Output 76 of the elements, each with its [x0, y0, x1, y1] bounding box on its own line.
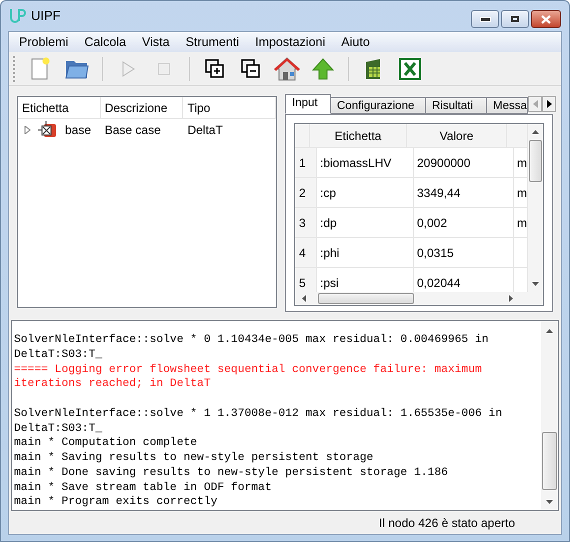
add-square-icon[interactable]	[205, 58, 225, 78]
down-arrow-icon[interactable]	[546, 500, 553, 504]
scroll-thumb[interactable]	[529, 140, 542, 182]
row-header[interactable]: 2	[295, 178, 317, 208]
log-scrollbar[interactable]	[541, 321, 558, 510]
up-arrow-icon[interactable]	[532, 130, 539, 134]
log-line: DeltaT:S03:T_	[14, 422, 104, 436]
expand-arrow-icon[interactable]	[24, 126, 31, 134]
left-arrow-icon[interactable]	[302, 295, 306, 302]
menu-item[interactable]: Impostazioni	[249, 32, 332, 52]
minimize-button[interactable]	[471, 10, 499, 28]
menu-item[interactable]: Strumenti	[180, 32, 246, 52]
tab[interactable]: Configurazione	[330, 97, 426, 114]
table-cell[interactable]: :cp	[317, 178, 414, 208]
column-header[interactable]: Descrizione	[100, 97, 184, 118]
table-cell[interactable]: :biomassLHV	[317, 148, 414, 178]
right-arrow-icon[interactable]	[509, 295, 513, 302]
status-text: Il nodo 426 è stato aperto	[378, 514, 515, 532]
table-cell-text: Base case	[104, 122, 162, 139]
row-header[interactable]: 3	[295, 208, 317, 238]
corner-header	[295, 124, 310, 148]
log-line: SolverNleInterface::solve * 0 1.10434e-005 max residual: 0.00469965 in	[14, 333, 490, 348]
new-document-icon[interactable]	[30, 56, 52, 80]
close-button[interactable]	[531, 10, 561, 28]
table-cell[interactable]: :dp	[317, 208, 414, 238]
table-cell-text: DeltaT	[186, 122, 224, 139]
menu-item[interactable]: Problemi	[13, 32, 74, 52]
right-arrow-icon	[546, 100, 552, 108]
up-arrow-icon[interactable]	[546, 329, 553, 333]
tab[interactable]: Risultati	[425, 97, 487, 114]
log-line: main * Save stream table in ODF format	[14, 480, 273, 496]
log-line: main * Done saving results to new-style persistent storage 1.186	[14, 466, 449, 480]
unit-block-icon	[38, 121, 58, 139]
table-cell[interactable]: 20900000	[414, 148, 514, 178]
column-header[interactable]: Tipo	[183, 97, 276, 118]
home-icon[interactable]	[274, 56, 300, 80]
row-header[interactable]: 5	[295, 268, 317, 292]
menu-item[interactable]: Aiuto	[335, 32, 376, 52]
remove-square-icon[interactable]	[241, 58, 261, 78]
error-log-line: ===== Logging error flowsheet sequential convergence failure: maximum	[14, 362, 483, 378]
log-line: main * Saving results to new-style persistent storage	[14, 451, 374, 466]
menu-item[interactable]: Vista	[136, 32, 176, 52]
table-cell[interactable]: m	[517, 184, 527, 202]
horizontal-scrollbar[interactable]	[295, 292, 543, 305]
column-header[interactable]: Etichetta	[310, 124, 407, 148]
log-line: main * Computation complete	[14, 436, 198, 451]
menu-item[interactable]: Calcola	[78, 32, 132, 52]
error-log-line: iterations reached; in DeltaT	[14, 377, 212, 392]
close-icon	[541, 14, 551, 24]
log-line: main * Program exits correctly	[14, 495, 218, 510]
vertical-scrollbar[interactable]	[527, 124, 543, 292]
table-cell[interactable]: 0,0315	[414, 238, 514, 268]
spreadsheet-x-icon[interactable]	[399, 58, 421, 80]
tab[interactable]: Input	[285, 94, 331, 114]
column-header[interactable]: Valore	[407, 124, 507, 148]
log-line: SolverNleInterface::solve * 1 1.37008e-012 max residual: 1.65535e-006 in	[14, 406, 504, 422]
down-arrow-icon[interactable]	[532, 282, 539, 286]
left-arrow-icon	[532, 100, 538, 108]
column-header[interactable]: Etichetta	[18, 97, 101, 118]
scroll-thumb[interactable]	[542, 432, 557, 490]
row-header[interactable]: 1	[295, 148, 317, 178]
logo-icon	[9, 7, 27, 25]
tab[interactable]: Messa	[486, 97, 528, 114]
log-line: DeltaT:S03:T_	[14, 348, 104, 362]
window-title: UIPF	[31, 7, 61, 26]
row-header[interactable]: 4	[295, 238, 317, 268]
up-arrow-icon[interactable]	[312, 58, 334, 80]
tree-item-label[interactable]: base	[65, 121, 92, 139]
table-cell[interactable]: m	[517, 154, 527, 172]
table-cell[interactable]: :phi	[317, 238, 414, 268]
table-cell[interactable]: m	[517, 214, 527, 232]
table-cell[interactable]: 0,002	[414, 208, 514, 238]
maximize-button[interactable]	[501, 10, 529, 28]
table-cell[interactable]: 3349,44	[414, 178, 514, 208]
scroll-thumb[interactable]	[318, 293, 414, 304]
tab-scroll-right-button[interactable]	[542, 96, 556, 112]
